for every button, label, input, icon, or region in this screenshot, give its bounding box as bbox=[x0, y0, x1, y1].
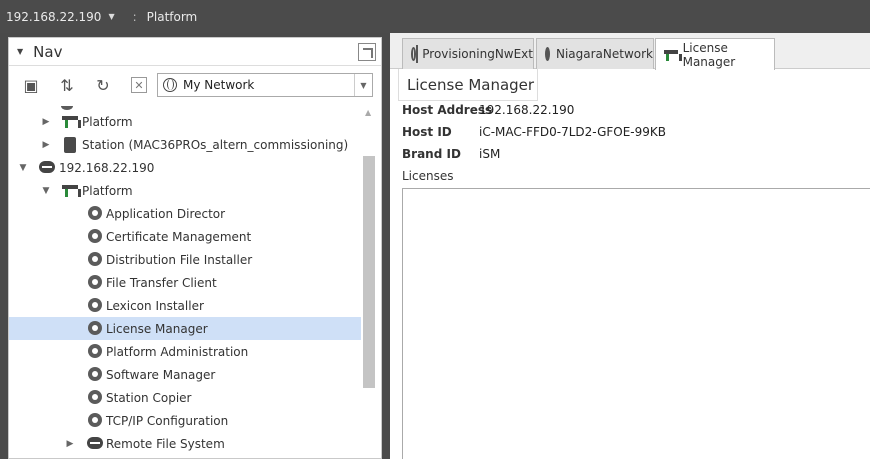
chevron-down-icon[interactable]: ▼ bbox=[108, 12, 114, 21]
tree-item-software-manager[interactable]: Software Manager bbox=[9, 363, 361, 386]
nav-title: Nav bbox=[33, 42, 63, 61]
new-folder-icon[interactable]: ▣ bbox=[19, 73, 43, 97]
chevron-down-icon[interactable]: ▼ bbox=[354, 74, 372, 96]
tree-item-label: Platform bbox=[82, 183, 133, 198]
top-bar: 192.168.22.190 ▼ : Platform bbox=[0, 0, 870, 33]
drive-icon bbox=[87, 437, 103, 449]
distribution-icon bbox=[88, 252, 102, 266]
tree-item-platform-administration[interactable]: Platform Administration bbox=[9, 340, 361, 363]
tree-item-label: 192.168.22.190 bbox=[59, 160, 155, 175]
brand-id-value: iSM bbox=[479, 147, 501, 161]
tree-item-platform-expanded[interactable]: ▼ Platform bbox=[9, 179, 361, 202]
scrollbar-thumb[interactable] bbox=[363, 156, 375, 388]
content-panel: ProvisioningNwExt NiagaraNetwork License… bbox=[390, 33, 870, 459]
page-title: License Manager bbox=[398, 69, 538, 101]
tree-item-label: Distribution File Installer bbox=[106, 252, 253, 267]
platform-icon bbox=[62, 185, 81, 197]
expand-arrow-icon[interactable]: ▶ bbox=[41, 140, 51, 150]
nav-header: ▼ Nav bbox=[9, 38, 381, 66]
tree-item-label: TCP/IP Configuration bbox=[106, 413, 229, 428]
tree-item-certificate-management[interactable]: Certificate Management bbox=[9, 225, 361, 248]
host-icon bbox=[39, 161, 55, 173]
tree-item-file-transfer-client[interactable]: File Transfer Client bbox=[9, 271, 361, 294]
nav-toolbar: ▣ ⇅ ↻ ✕ My Network ▼ bbox=[9, 66, 381, 104]
provisioning-icon bbox=[411, 45, 419, 63]
tree-item-label: Platform Administration bbox=[106, 344, 249, 359]
network-icon bbox=[88, 413, 102, 427]
tree-item-remote-file-system[interactable]: ▶ Remote File System bbox=[9, 432, 361, 455]
tree-item-label: Station (MAC36PROs_altern_commissioning) bbox=[82, 137, 349, 152]
file-transfer-icon bbox=[88, 275, 102, 289]
sync-arrows-icon[interactable]: ⇅ bbox=[55, 73, 79, 97]
collapse-arrow-icon[interactable]: ▼ bbox=[18, 163, 28, 173]
host-id-value: iC-MAC-FFD0-7LD2-GFOE-99KB bbox=[479, 125, 667, 139]
globe-icon bbox=[163, 78, 177, 92]
tab-label: ProvisioningNwExt bbox=[422, 47, 533, 61]
tree-item-label: Platform bbox=[82, 114, 133, 129]
expand-arrow-icon[interactable]: ▶ bbox=[65, 439, 75, 449]
expand-arrow-icon[interactable]: ▶ bbox=[41, 117, 51, 127]
close-icon[interactable]: ✕ bbox=[131, 77, 147, 93]
tab-niagara-network[interactable]: NiagaraNetwork bbox=[536, 38, 654, 69]
scroll-up-arrow-icon[interactable]: ▲ bbox=[365, 108, 371, 117]
tab-label: License Manager bbox=[682, 40, 736, 69]
tree-item-distribution-file-installer[interactable]: Distribution File Installer bbox=[9, 248, 361, 271]
breadcrumb-separator: : bbox=[132, 9, 137, 24]
certificate-icon bbox=[88, 229, 102, 243]
application-director-icon bbox=[88, 206, 102, 220]
tab-label: NiagaraNetwork bbox=[555, 47, 653, 61]
tree-item-label: Application Director bbox=[106, 206, 226, 221]
tree-item-host[interactable]: ▼ 192.168.22.190 bbox=[9, 156, 361, 179]
tree-item-label: Remote File System bbox=[106, 436, 225, 451]
tree-item-platform[interactable]: ▶ Platform bbox=[9, 110, 361, 133]
tree-item-label: Software Manager bbox=[106, 367, 216, 382]
nav-panel: ▼ Nav ▣ ⇅ ↻ ✕ My Network ▼ ▲ ▶ Platform … bbox=[8, 37, 382, 459]
license-manager-icon bbox=[664, 48, 682, 62]
lexicon-icon bbox=[88, 298, 102, 312]
breadcrumb-platform[interactable]: Platform bbox=[147, 10, 198, 24]
wrench-icon bbox=[88, 344, 102, 358]
nav-menu-chevron-icon[interactable]: ▼ bbox=[17, 47, 23, 56]
tree-item-station-copier[interactable]: Station Copier bbox=[9, 386, 361, 409]
copier-icon bbox=[88, 390, 102, 404]
host-id-label: Host ID bbox=[402, 125, 452, 139]
software-icon bbox=[88, 367, 102, 381]
tab-bar: ProvisioningNwExt NiagaraNetwork License… bbox=[390, 33, 870, 70]
tree-item-label: License Manager bbox=[106, 321, 208, 336]
tree-item-station[interactable]: ▶ Station (MAC36PROs_altern_commissionin… bbox=[9, 133, 361, 156]
tree-item-label: Lexicon Installer bbox=[106, 298, 204, 313]
network-select-value: My Network bbox=[183, 78, 255, 92]
refresh-icon[interactable]: ↻ bbox=[91, 73, 115, 97]
niagara-network-icon bbox=[545, 47, 550, 61]
collapse-arrow-icon[interactable]: ▼ bbox=[41, 186, 51, 196]
licenses-label: Licenses bbox=[402, 169, 454, 183]
tree-item-label: File Transfer Client bbox=[106, 275, 217, 290]
tree-item-lexicon-installer[interactable]: Lexicon Installer bbox=[9, 294, 361, 317]
tree-item-tcpip-configuration[interactable]: TCP/IP Configuration bbox=[9, 409, 361, 432]
tree-item-license-manager[interactable]: License Manager bbox=[9, 317, 361, 340]
maximize-icon[interactable] bbox=[358, 43, 376, 61]
tree-item-application-director[interactable]: Application Director bbox=[9, 202, 361, 225]
tab-provisioning[interactable]: ProvisioningNwExt bbox=[402, 38, 534, 69]
nav-tree: ▶ Platform ▶ Station (MAC36PROs_altern_c… bbox=[9, 106, 361, 459]
license-icon bbox=[88, 321, 102, 335]
station-icon bbox=[64, 137, 76, 153]
host-address-value: 192.168.22.190 bbox=[479, 103, 575, 117]
brand-id-label: Brand ID bbox=[402, 147, 461, 161]
licenses-list[interactable] bbox=[402, 188, 870, 459]
tree-item-label: Certificate Management bbox=[106, 229, 252, 244]
platform-icon bbox=[62, 116, 81, 128]
host-selector[interactable]: 192.168.22.190 bbox=[6, 10, 101, 24]
network-select[interactable]: My Network ▼ bbox=[157, 73, 373, 97]
tab-license-manager[interactable]: License Manager bbox=[655, 38, 775, 70]
tree-item-label: Station Copier bbox=[106, 390, 192, 405]
